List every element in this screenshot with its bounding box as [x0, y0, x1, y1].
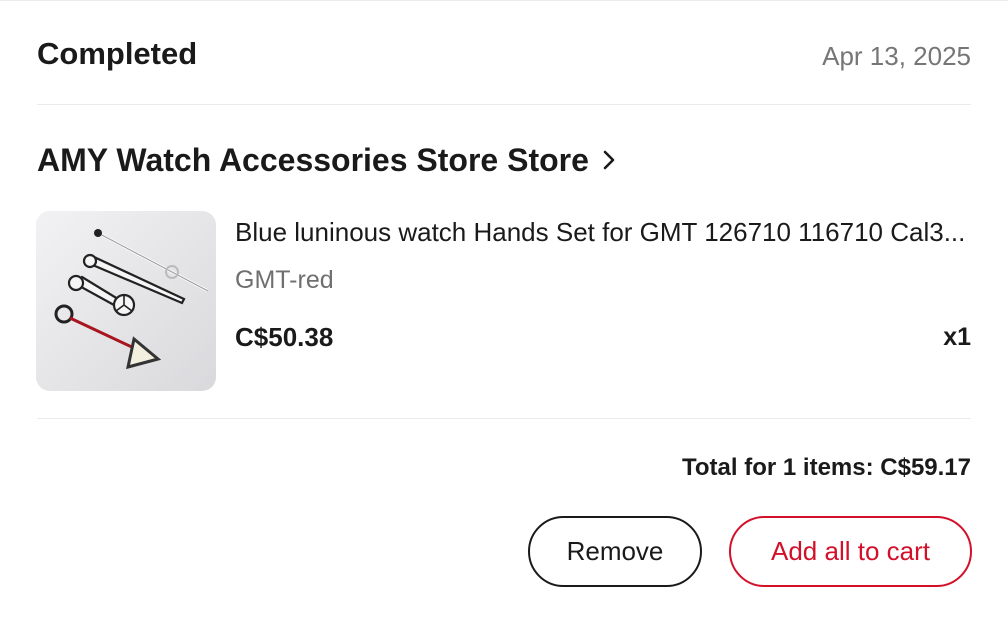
top-divider — [0, 0, 1008, 1]
product-price: C$50.38 — [235, 322, 334, 352]
order-date: Apr 13, 2025 — [822, 41, 971, 71]
header-divider — [37, 104, 971, 105]
product-quantity: x1 — [943, 323, 971, 351]
store-name: AMY Watch Accessories Store Store — [37, 142, 589, 178]
product-title[interactable]: Blue luninous watch Hands Set for GMT 12… — [235, 213, 971, 251]
store-link[interactable]: AMY Watch Accessories Store Store — [37, 138, 617, 182]
order-header: Completed Apr 13, 2025 — [37, 34, 971, 74]
add-all-to-cart-button[interactable]: Add all to cart — [729, 516, 972, 587]
order-total: Total for 1 items: C$59.17 — [682, 454, 971, 481]
product-image[interactable] — [36, 211, 216, 391]
remove-button[interactable]: Remove — [528, 516, 702, 587]
chevron-right-icon — [601, 149, 617, 171]
order-status: Completed — [37, 36, 198, 71]
item-divider — [37, 418, 971, 419]
product-variant: GMT-red — [235, 266, 334, 294]
